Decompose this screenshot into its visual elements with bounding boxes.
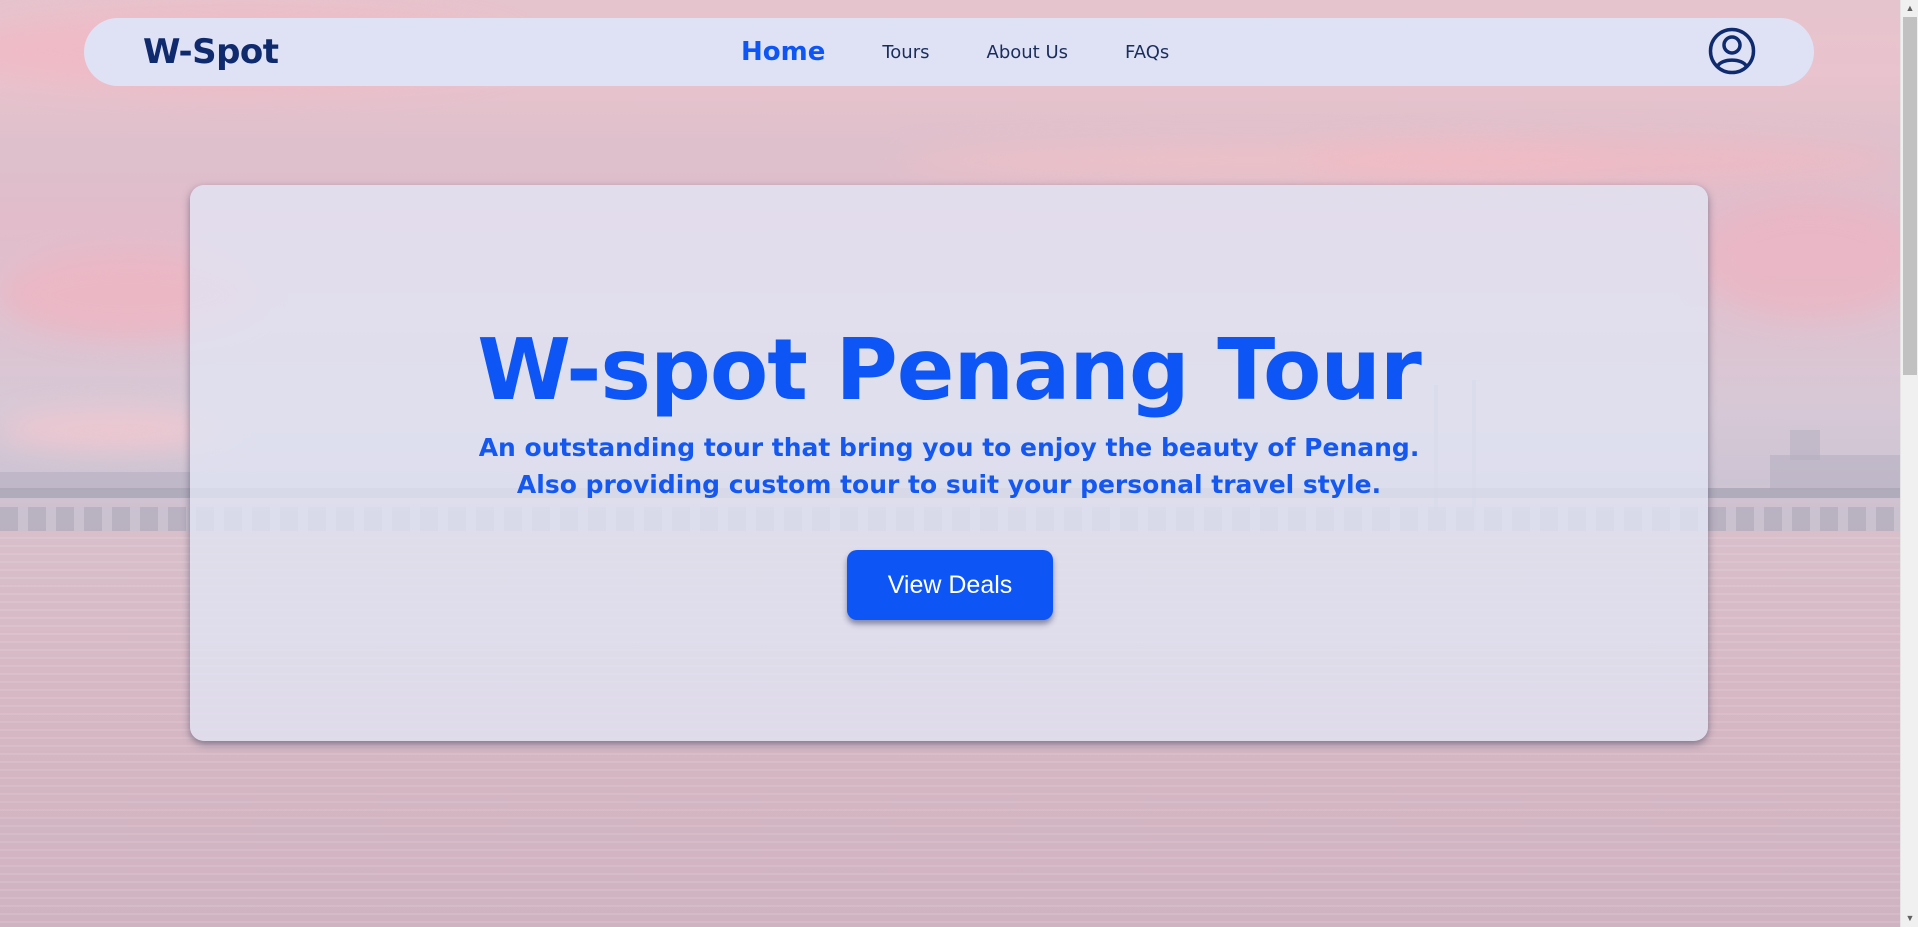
scroll-up-arrow-icon[interactable]: ▲ [1901,0,1918,17]
page: W-Spot Home Tours About Us FAQs W-spot P… [0,0,1918,927]
scrollbar-thumb[interactable] [1903,17,1917,375]
vertical-scrollbar[interactable]: ▲ ▼ [1900,0,1918,927]
cloud [1300,140,1900,180]
hero-subtitle-line-1: An outstanding tour that bring you to en… [478,433,1420,462]
view-deals-button[interactable]: View Deals [847,550,1053,620]
nav-links: Home Tours About Us FAQs [741,18,1226,86]
brand-logo[interactable]: W-Spot [143,32,279,72]
nav-item-tours[interactable]: Tours [882,42,929,63]
hero-subtitle-line-2: Also providing custom tour to suit your … [516,470,1382,499]
cloud [1700,200,1918,320]
nav-item-faqs[interactable]: FAQs [1125,42,1169,63]
scroll-down-arrow-icon[interactable]: ▼ [1901,910,1918,927]
navbar: W-Spot Home Tours About Us FAQs [84,18,1814,86]
hero-title: W-spot Penang Tour [477,321,1422,420]
user-circle-icon[interactable] [1708,27,1756,75]
nav-item-home[interactable]: Home [741,37,825,67]
nav-item-about-us[interactable]: About Us [987,42,1069,63]
